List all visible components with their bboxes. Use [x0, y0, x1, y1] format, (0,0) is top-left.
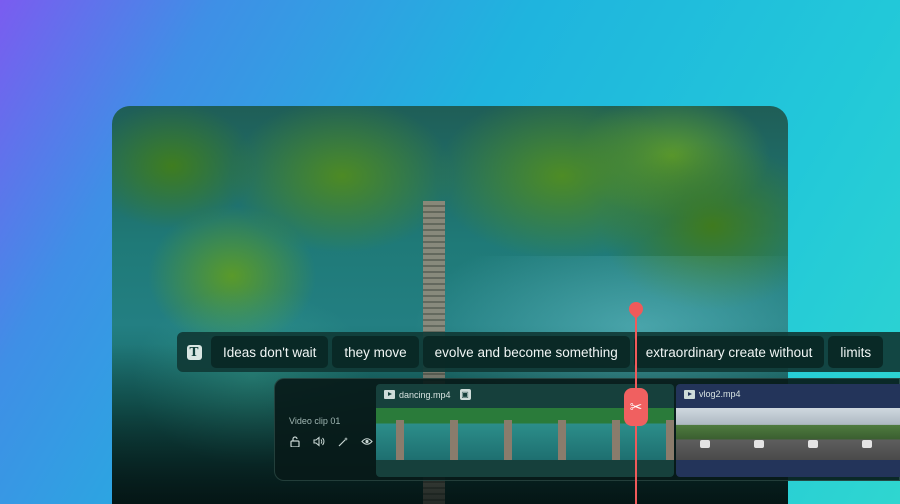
- text-tool-button[interactable]: T: [181, 336, 207, 368]
- thumbnail: [484, 408, 538, 460]
- unlock-icon[interactable]: [289, 435, 301, 447]
- video-clip[interactable]: vlog2.mp4: [676, 384, 900, 477]
- play-icon: [684, 389, 695, 399]
- thumbnail: [538, 408, 592, 460]
- thumbnail: [430, 408, 484, 460]
- scissors-icon[interactable]: ✂: [624, 388, 648, 426]
- caption-chip[interactable]: extraordinary create without: [633, 336, 825, 368]
- clip-thumbnails: [676, 408, 900, 460]
- text-icon: T: [186, 344, 202, 360]
- eye-icon[interactable]: [361, 435, 373, 447]
- thumbnail: [646, 408, 674, 460]
- thumbnail: [376, 408, 430, 460]
- clip-header: vlog2.mp4: [684, 389, 741, 399]
- play-icon: [384, 390, 395, 399]
- clip-header: dancing.mp4 ▣: [384, 389, 471, 400]
- thumbnail: [676, 408, 730, 460]
- caption-chip[interactable]: they move: [332, 336, 419, 368]
- clip-name: dancing.mp4: [399, 389, 451, 400]
- image-icon[interactable]: ▣: [459, 389, 471, 400]
- caption-track: T Ideas don't wait they move evolve and …: [177, 332, 900, 372]
- caption-chip[interactable]: limits: [828, 336, 884, 368]
- thumbnail: [838, 408, 892, 460]
- clip-name: vlog2.mp4: [699, 389, 741, 399]
- thumbnail: [730, 408, 784, 460]
- caption-chip[interactable]: Ideas don't wait: [211, 336, 329, 368]
- track-label: Video clip 01: [289, 416, 341, 426]
- thumbnail: [892, 408, 900, 460]
- volume-icon[interactable]: [313, 435, 325, 447]
- timeline-panel: Video clip 01 dancing.mp4 ▣ vlog2.mp4: [274, 378, 900, 481]
- caption-chip[interactable]: evolve and become something: [422, 336, 630, 368]
- thumbnail: [784, 408, 838, 460]
- effects-icon[interactable]: [337, 435, 349, 447]
- track-controls: [289, 435, 373, 447]
